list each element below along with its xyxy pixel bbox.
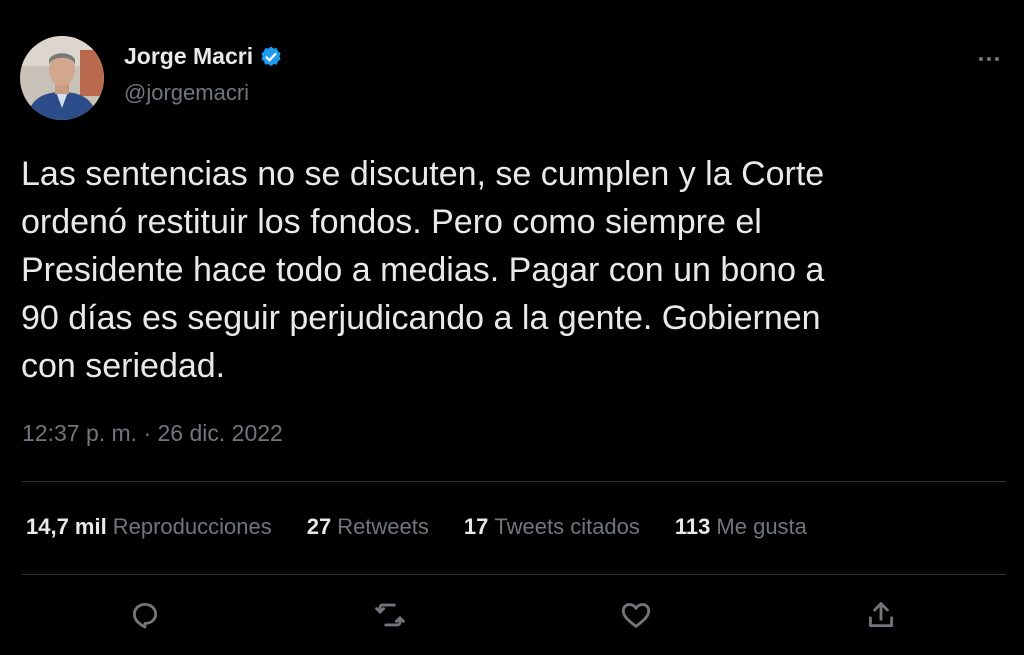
action-bar <box>0 590 1024 640</box>
divider <box>22 574 1006 575</box>
views-stat[interactable]: 14,7 mil Reproducciones <box>26 514 272 540</box>
verified-badge-icon <box>259 45 283 69</box>
author-name[interactable]: Jorge Macri <box>124 43 253 70</box>
like-icon[interactable] <box>617 596 655 634</box>
author-handle[interactable]: @jorgemacri <box>124 80 249 106</box>
likes-label: Me gusta <box>716 514 807 539</box>
likes-stat[interactable]: 113 Me gusta <box>675 514 807 540</box>
divider <box>22 481 1006 482</box>
views-label: Reproducciones <box>112 514 272 539</box>
likes-count: 113 <box>674 514 711 539</box>
avatar[interactable] <box>20 36 104 120</box>
avatar-image <box>20 36 104 120</box>
quotes-count: 17 <box>463 514 489 539</box>
views-count: 14,7 mil <box>26 514 107 539</box>
retweets-stat[interactable]: 27 Retweets <box>307 514 429 540</box>
quotes-stat[interactable]: 17 Tweets citados <box>464 514 640 540</box>
tweet-stats: 14,7 mil Reproducciones 27 Retweets 17 T… <box>26 514 842 540</box>
reply-icon[interactable] <box>126 596 164 634</box>
retweets-label: Retweets <box>337 514 429 539</box>
tweet-text: Las sentencias no se discuten, se cumple… <box>21 155 825 385</box>
author-name-row[interactable]: Jorge Macri <box>124 43 283 70</box>
quotes-label: Tweets citados <box>494 514 640 539</box>
more-icon[interactable] <box>972 46 1006 72</box>
share-icon[interactable] <box>862 596 900 634</box>
retweet-icon[interactable] <box>371 596 409 634</box>
retweets-count: 27 <box>306 514 332 539</box>
tweet-timestamp[interactable]: 12:37 p. m. · 26 dic. 2022 <box>22 420 283 447</box>
